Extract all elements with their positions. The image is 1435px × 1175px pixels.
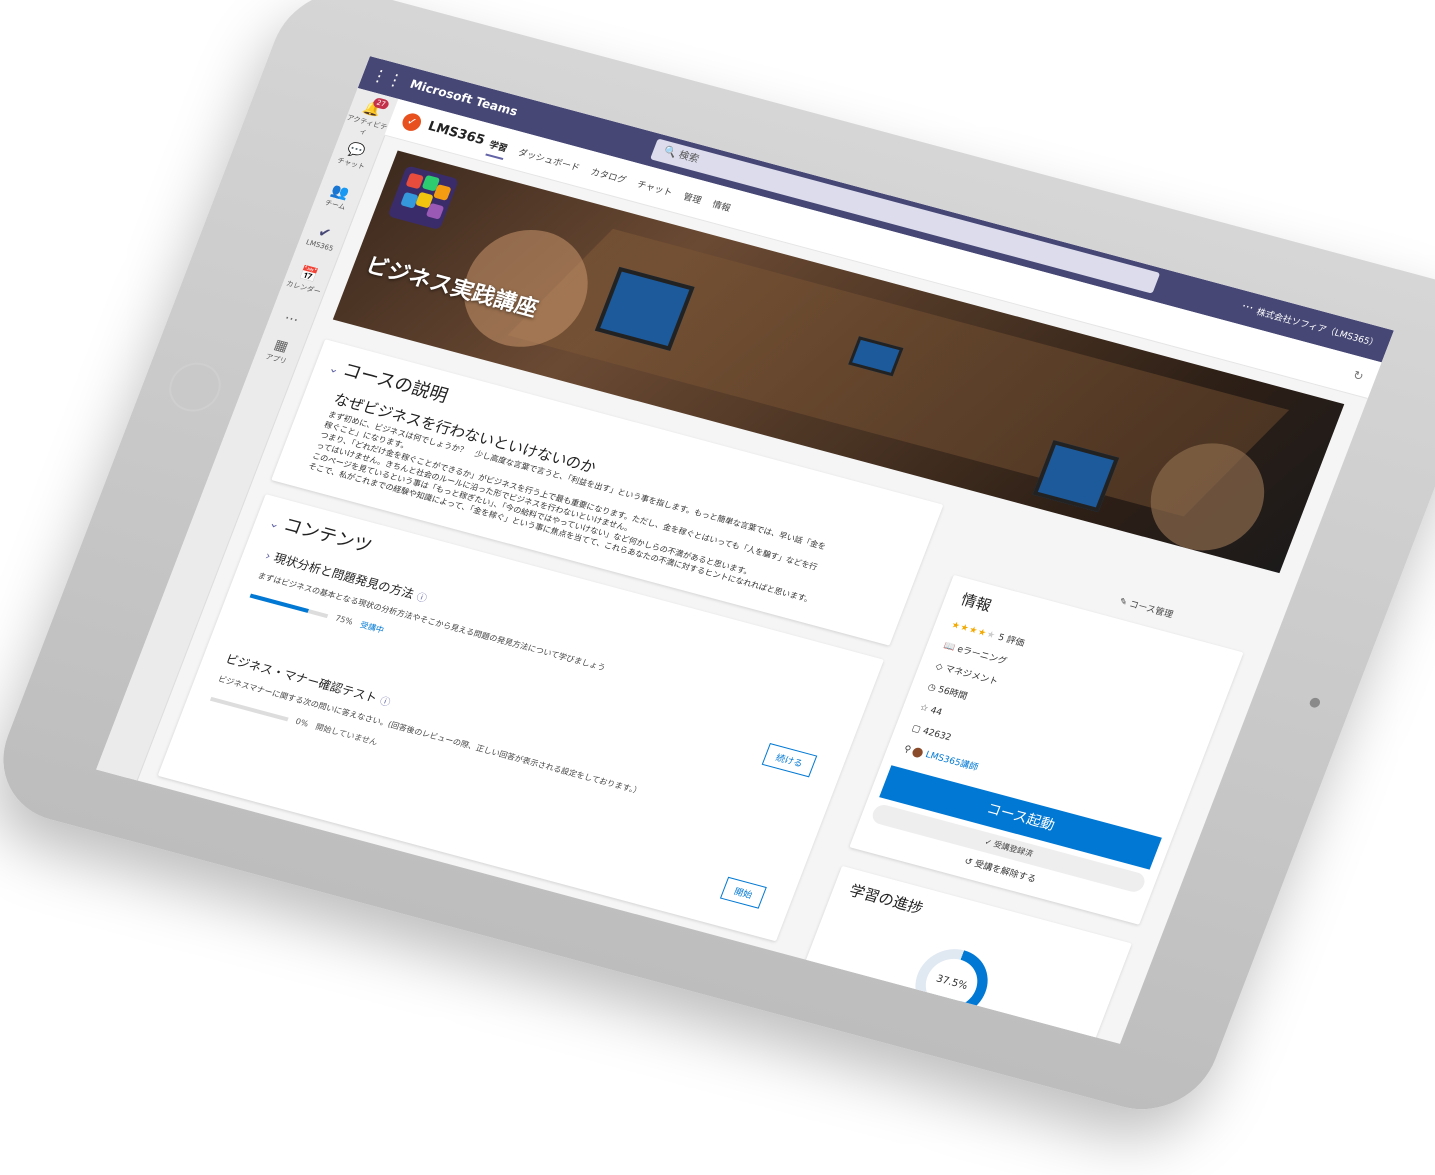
rail-item-teams[interactable]: 👥 チーム — [313, 178, 364, 215]
tab-chat[interactable]: チャット — [633, 177, 675, 204]
enrolled-label: 受講登録済 — [992, 839, 1035, 859]
info-title: 情報 — [958, 590, 994, 615]
tab-learning[interactable]: 学習 — [485, 137, 510, 160]
rail-item-more[interactable]: ... — [269, 302, 316, 330]
progress-title: 学習の進捗 — [846, 881, 926, 918]
favorites-count: 44 — [928, 705, 944, 719]
thumb-tile — [405, 172, 425, 190]
thumb-tile — [433, 184, 452, 201]
course-thumbnail-icon — [387, 165, 460, 231]
clock-icon: ◷ — [926, 682, 938, 694]
book-icon: 📖 — [941, 640, 957, 654]
waffle-icon[interactable]: ⋮⋮ — [368, 64, 406, 91]
rail-item-calendar[interactable]: 📅 カレンダー — [281, 261, 332, 298]
progress-percent: 0% — [294, 716, 310, 729]
info-icon[interactable]: ⓘ — [415, 592, 429, 605]
course-manage-link[interactable]: ✎ コース管理 — [1118, 594, 1176, 621]
more-options-icon[interactable]: ··· — [1240, 299, 1256, 315]
rail-item-chat[interactable]: 💬 チャット — [329, 137, 380, 174]
tab-info[interactable]: 情報 — [708, 197, 732, 219]
course-id: 42632 — [921, 726, 953, 744]
tab-dashboard[interactable]: ダッシュボード — [514, 145, 582, 179]
rail-item-apps[interactable]: ▦ アプリ — [254, 332, 305, 369]
tag-icon: ◇ — [933, 661, 945, 673]
tab-admin[interactable]: 管理 — [679, 190, 703, 212]
info-icon[interactable]: ⓘ — [378, 696, 392, 709]
thumb-tile — [425, 202, 445, 220]
chevron-right-icon[interactable]: › — [263, 549, 273, 563]
camera-dot — [1308, 696, 1322, 709]
app-name: LMS365 — [425, 119, 487, 149]
start-button[interactable]: 開始 — [719, 876, 767, 909]
lms365-logo-icon: ✓ — [399, 111, 424, 133]
course-duration: 56時間 — [936, 685, 969, 703]
course-manage-label: コース管理 — [1127, 599, 1175, 621]
person-icon: ⚲ — [902, 744, 913, 756]
progress-donut-label: 37.5% — [918, 953, 985, 1014]
info-list: ★★★★★ 5 評価 📖 eラーニング ◇ マネジメント ◷ 56時間 ☆ 44… — [900, 615, 1029, 779]
status-label: 開始していません — [314, 722, 379, 748]
status-label: 受講中 — [358, 620, 386, 635]
teams-screen: ⋮⋮ Microsoft Teams 🔍 検索 ··· 株式会社ソフィア（LMS… — [96, 56, 1394, 1044]
course-info-card: 情報 ★★★★★ 5 評価 📖 eラーニング ◇ マネジメント ◷ 56時間 ☆… — [849, 574, 1244, 925]
star-outline-icon: ☆ — [918, 702, 930, 715]
progress-percent: 75% — [333, 613, 355, 627]
refresh-icon[interactable]: ↻ — [1351, 368, 1366, 384]
contents-section-title: コンテンツ — [280, 514, 375, 558]
chevron-down-icon: ⌄ — [326, 360, 342, 377]
progress-fill — [210, 696, 212, 701]
tab-catalog[interactable]: カタログ — [587, 165, 629, 192]
rail-item-lms365[interactable]: ✔ LMS365 — [298, 219, 348, 254]
home-button — [161, 357, 229, 418]
search-placeholder: 検索 — [676, 149, 701, 166]
progress-donut-chart: 37.5% — [905, 941, 998, 1026]
chevron-down-icon: ⌄ — [267, 515, 283, 532]
more-icon: ... — [283, 306, 302, 326]
avatar — [911, 746, 925, 759]
progress-fill — [249, 593, 310, 613]
rating-text: 5 評価 — [996, 632, 1026, 650]
tablet-device: ⋮⋮ Microsoft Teams 🔍 検索 ··· 株式会社ソフィア（LMS… — [0, 0, 1435, 1125]
calendar-icon: ▢ — [910, 723, 923, 736]
